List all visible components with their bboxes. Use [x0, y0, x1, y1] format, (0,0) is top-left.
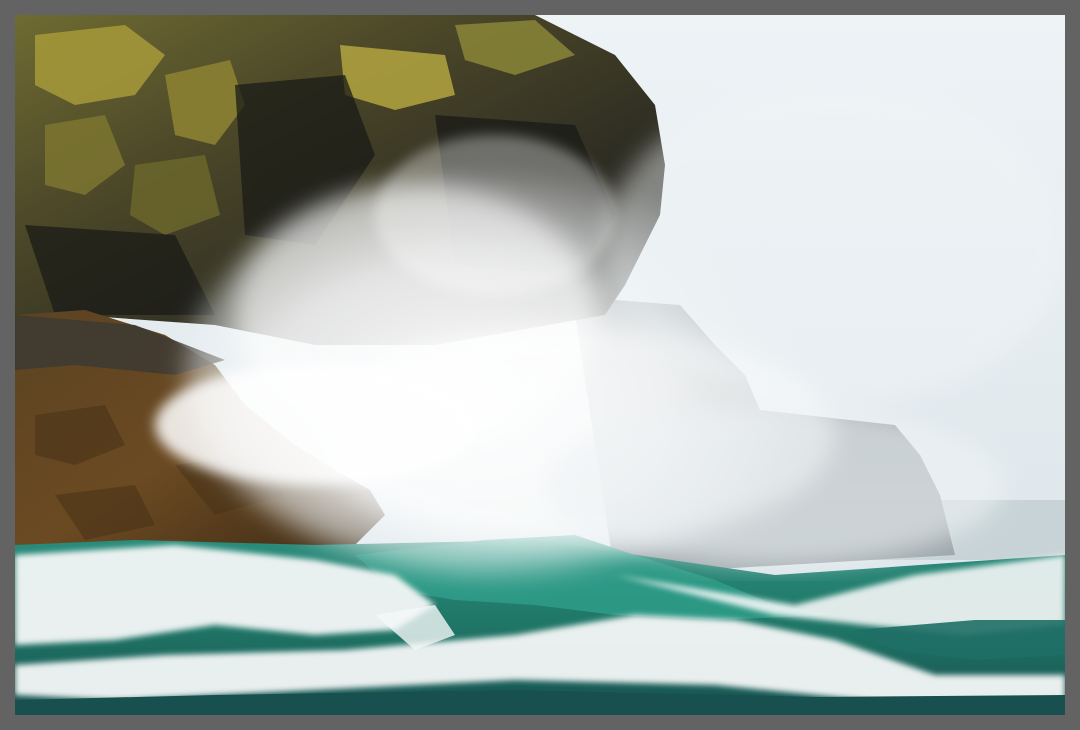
seascape-photo — [15, 15, 1065, 715]
photo-frame — [0, 0, 1080, 730]
